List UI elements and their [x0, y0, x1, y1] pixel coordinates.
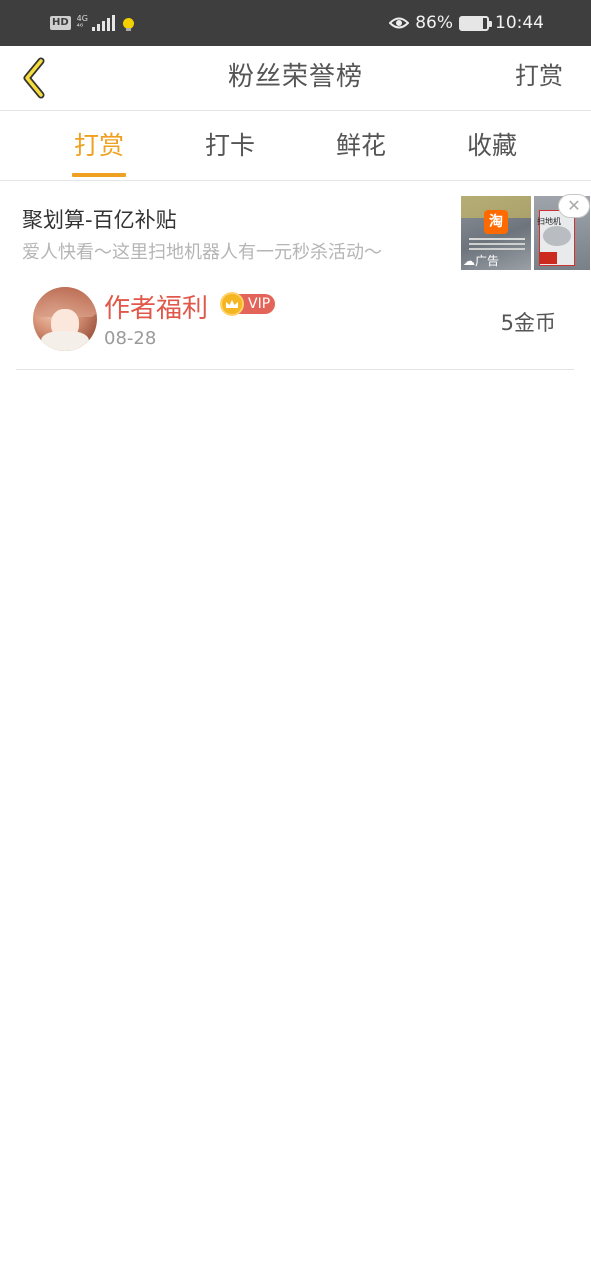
network-sub: ⁴⁶: [76, 22, 84, 31]
ad-image-taobao: 淘 ☁广告: [461, 196, 531, 270]
tab-label: 收藏: [466, 131, 517, 160]
battery-percent: 86%: [415, 13, 453, 33]
clock: 10:44: [495, 13, 544, 33]
tab-flowers[interactable]: 鲜花: [306, 111, 416, 181]
close-icon: ✕: [567, 196, 581, 215]
tab-bar: 打赏 打卡 鲜花 收藏: [0, 111, 591, 181]
notification-bulb-icon: [122, 17, 134, 31]
list-item[interactable]: 作者福利 VIP 08-28 5金币: [16, 274, 574, 370]
taobao-logo-icon: 淘: [484, 210, 508, 234]
ad-tag-label: 广告: [475, 254, 500, 268]
battery-icon: [459, 15, 492, 31]
avatar-dress: [41, 331, 89, 351]
vip-badge: VIP: [220, 292, 276, 316]
hd-badge: HD: [50, 16, 71, 30]
avatar[interactable]: [33, 287, 97, 351]
tab-label: 打赏: [73, 131, 124, 160]
battery-fill: [461, 17, 484, 29]
reward-date: 08-28: [104, 328, 157, 349]
ad-title: 聚划算-百亿补贴: [22, 208, 177, 232]
status-right: 86% 10:44: [389, 10, 544, 36]
tab-checkin[interactable]: 打卡: [175, 111, 285, 181]
tab-favorites[interactable]: 收藏: [437, 111, 547, 181]
page-title: 粉丝荣誉榜: [227, 62, 363, 92]
tab-label: 鲜花: [335, 131, 386, 160]
status-bar: HD 4G ⁴⁶ 86% 10:44: [0, 0, 591, 46]
status-left: HD 4G ⁴⁶: [50, 12, 134, 34]
tab-reward[interactable]: 打赏: [44, 111, 154, 181]
ad-image-text-lines: [469, 238, 525, 240]
eye-icon: [389, 17, 410, 29]
nav-bar: 粉丝荣誉榜 打赏: [0, 46, 591, 111]
reward-button[interactable]: 打赏: [515, 46, 563, 110]
tab-label: 打卡: [204, 131, 255, 160]
product-badge: [539, 252, 557, 264]
crown-icon: [220, 292, 244, 316]
robot-vacuum-icon: [543, 226, 571, 246]
ad-tag: ☁广告: [463, 254, 500, 268]
tab-active-indicator: [72, 173, 126, 177]
network-type: 4G ⁴⁶: [77, 15, 88, 31]
reward-amount: 5金币: [500, 311, 556, 335]
signal-icon: [91, 15, 115, 31]
ad-banner[interactable]: 聚划算-百亿补贴 爱人快看～这里扫地机器人有一元秒杀活动～ 淘 ☁广告 扫地机 …: [0, 182, 591, 274]
ad-close-button[interactable]: ✕: [558, 194, 590, 218]
user-name: 作者福利: [104, 294, 209, 324]
ad-subtitle: 爱人快看～这里扫地机器人有一元秒杀活动～: [22, 242, 382, 263]
